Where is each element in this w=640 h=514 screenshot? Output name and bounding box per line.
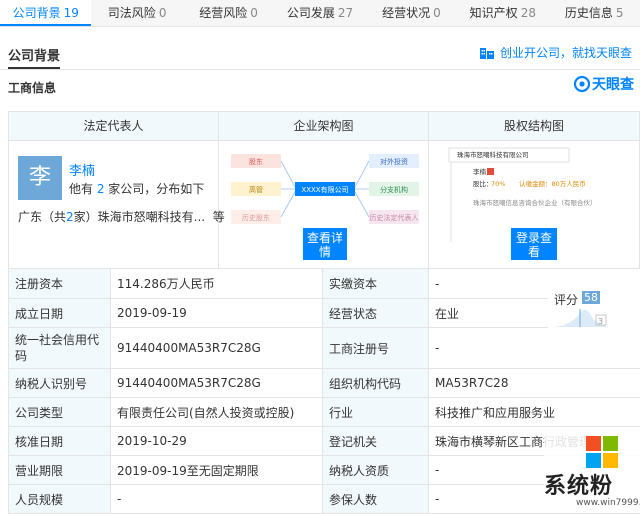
eye-logo-icon bbox=[574, 76, 590, 92]
paid-capital-label: 实缴资本 bbox=[323, 269, 429, 298]
legal-rep-province[interactable]: 广东（共2家）珠海市怒嘲科技有... 等 bbox=[18, 208, 225, 225]
org-code-label: 组织机构代码 bbox=[323, 369, 429, 397]
watermark: 系统粉 www.win7999.com bbox=[544, 434, 640, 510]
org-manager: 高管 bbox=[249, 185, 263, 194]
tab-history-info[interactable]: 历史信息 5 bbox=[549, 0, 640, 26]
staff-value: - bbox=[111, 485, 323, 513]
org-company: XXXX有限公司 bbox=[301, 185, 348, 194]
company-type-value: 有限责任公司(自然人投资或控股) bbox=[111, 398, 323, 426]
approve-date-value: 2019-10-29 bbox=[111, 427, 323, 455]
org-invest: 对外投资 bbox=[380, 157, 408, 166]
avatar[interactable]: 李 bbox=[18, 156, 62, 200]
approve-date-label: 核准日期 bbox=[9, 427, 111, 455]
tab-intellectual-property[interactable]: 知识产权 28 bbox=[457, 0, 548, 26]
building-icon bbox=[479, 47, 494, 59]
table-row: 成立日期 2019-09-19 经营状态 在业 bbox=[8, 299, 640, 328]
section-title: 公司背景 bbox=[8, 49, 61, 64]
promo-text[interactable]: 创业开公司，就找天眼查 bbox=[500, 44, 632, 61]
watermark-url: www.win7999.com bbox=[576, 498, 640, 508]
tax-id-value: 91440400MA53R7C28G bbox=[111, 369, 323, 397]
org-history-holder: 历史股东 bbox=[242, 213, 270, 222]
equity-person: 李楠 bbox=[473, 167, 487, 176]
view-detail-button[interactable]: 查看详情 bbox=[303, 228, 347, 260]
login-view-button[interactable]: 登录查看 bbox=[511, 228, 557, 260]
insured-label: 参保人数 bbox=[323, 485, 429, 513]
credit-code-value: 91440400MA53R7C28G bbox=[111, 328, 323, 368]
table-row: 公司类型 有限责任公司(自然人投资或控股) 行业 科技推广和应用服务业 bbox=[8, 398, 640, 427]
company-type-label: 公司类型 bbox=[9, 398, 111, 426]
est-date-label: 成立日期 bbox=[9, 299, 111, 327]
section-header: 公司背景 创业开公司，就找天眼查 bbox=[0, 27, 640, 69]
term-label: 营业期限 bbox=[9, 456, 111, 484]
business-info-title: 工商信息 bbox=[8, 81, 57, 95]
tab-business-status[interactable]: 经营状况 0 bbox=[366, 0, 457, 26]
equity-second: 珠海市怒嘲信息咨询合伙企业（有限合伙） bbox=[473, 198, 597, 207]
legal-rep-panel: 法定代表人 李 李楠 他有 2 家公司，分布如下 广东（共2家）珠海市怒嘲科技有… bbox=[9, 112, 225, 268]
score-widget[interactable]: 评分 58 3 bbox=[548, 269, 640, 335]
promo-link[interactable]: 创业开公司，就找天眼查 bbox=[479, 44, 632, 61]
brand-logo: 天眼查 bbox=[574, 74, 634, 94]
est-date-value: 2019-09-19 bbox=[111, 299, 323, 327]
reg-capital-label: 注册资本 bbox=[9, 269, 111, 298]
legal-rep-header: 法定代表人 bbox=[9, 112, 218, 141]
equity-header: 股权结构图 bbox=[429, 112, 639, 141]
brand-text: 天眼查 bbox=[592, 77, 634, 93]
org-history-rep: 历史法定代表人 bbox=[370, 213, 419, 222]
watermark-text: 系统粉 bbox=[544, 474, 614, 499]
org-chart-panel: 企业架构图 股东 高管 历史股东 XXXX有限公司 对外投资 分支机构 历史法定… bbox=[219, 112, 429, 268]
org-chart-header: 企业架构图 bbox=[219, 112, 428, 141]
industry-value: 科技推广和应用服务业 bbox=[435, 405, 556, 420]
credit-code-label: 统一社会信用代码 bbox=[9, 328, 111, 368]
tax-id-label: 纳税人识别号 bbox=[9, 369, 111, 397]
reg-no-label: 工商注册号 bbox=[323, 328, 429, 368]
reg-capital-value: 114.286万人民币 bbox=[111, 269, 323, 298]
tab-bar: 公司背景 19 司法风险 0 经营风险 0 公司发展 27 经营状况 0 知识产权 28 历… bbox=[0, 0, 640, 27]
equity-panel: 股权结构图 珠海市怒嘲科技有限公司 李楠 股比： 70% 认缴金额：80万人民币… bbox=[429, 112, 639, 268]
org-shareholder: 股东 bbox=[249, 157, 263, 166]
org-branch: 分支机构 bbox=[380, 185, 408, 194]
legal-rep-name[interactable]: 李楠 bbox=[69, 160, 95, 179]
table-row: 注册资本 114.286万人民币 实缴资本 - bbox=[8, 269, 640, 299]
taxpayer-label: 纳税人资质 bbox=[323, 456, 429, 484]
section-underline bbox=[8, 67, 60, 69]
industry-label: 行业 bbox=[323, 398, 429, 426]
legal-rep-desc: 他有 2 家公司，分布如下 bbox=[69, 182, 205, 196]
authority-label: 登记机关 bbox=[323, 427, 429, 455]
org-code-value: MA53R7C28 bbox=[435, 376, 509, 390]
equity-ratio: 70% bbox=[491, 180, 505, 188]
tab-business-risk[interactable]: 经营风险 0 bbox=[183, 0, 274, 26]
windows-logo-icon bbox=[586, 436, 618, 468]
overview-grid: 法定代表人 李 李楠 他有 2 家公司，分布如下 广东（共2家）珠海市怒嘲科技有… bbox=[8, 111, 640, 269]
tab-judicial-risk[interactable]: 司法风险 0 bbox=[91, 0, 182, 26]
tab-company-development[interactable]: 公司发展 27 bbox=[274, 0, 365, 26]
svg-text:3: 3 bbox=[598, 317, 603, 326]
status-label: 经营状态 bbox=[323, 299, 429, 327]
table-row: 统一社会信用代码 91440400MA53R7C28G 工商注册号 - bbox=[8, 328, 640, 369]
table-row: 纳税人识别号 91440400MA53R7C28G 组织机构代码 MA53R7C… bbox=[8, 369, 640, 398]
business-info-header: 工商信息 天眼查 bbox=[0, 70, 640, 98]
staff-label: 人员规模 bbox=[9, 485, 111, 513]
equity-ratio-label: 股比： bbox=[473, 179, 493, 188]
score-chart-icon: 3 bbox=[554, 309, 610, 327]
tab-company-background[interactable]: 公司背景 19 bbox=[0, 0, 92, 26]
equity-company: 珠海市怒嘲科技有限公司 bbox=[457, 150, 529, 159]
equity-capital: 认缴金额：80万人民币 bbox=[519, 179, 586, 188]
term-value: 2019-09-19至无固定期限 bbox=[111, 456, 323, 484]
